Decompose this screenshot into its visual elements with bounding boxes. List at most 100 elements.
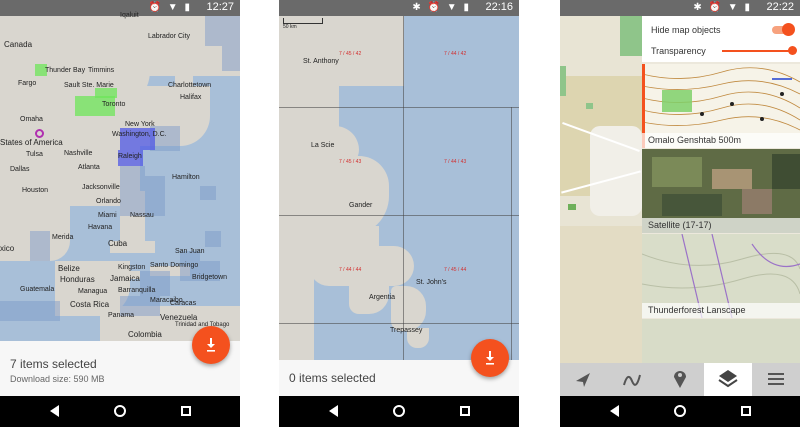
map-label: Orlando <box>96 198 121 205</box>
map-label: La Scie <box>311 142 335 149</box>
recents-icon <box>741 406 751 416</box>
transparency-slider[interactable] <box>722 50 792 52</box>
map-label: Raleigh <box>118 153 142 160</box>
layers-icon <box>718 370 738 388</box>
download-button[interactable] <box>192 326 230 364</box>
map-label: Toronto <box>102 101 126 108</box>
recents-button[interactable] <box>738 403 754 419</box>
home-button[interactable] <box>672 403 688 419</box>
map-label: Jacksonville <box>82 184 120 191</box>
layer-tile-landscape[interactable]: Thunderforest Lanscape <box>642 234 800 318</box>
status-bar: ✱ ⏰ ▼ ▮ 22:16 <box>279 0 519 16</box>
tile-label: 7 / 44 / 42 <box>444 51 467 57</box>
map-label: Dallas <box>10 166 30 173</box>
download-icon <box>207 338 215 352</box>
layer-caption: Satellite (17-17) <box>642 218 800 233</box>
map-label: States of America <box>0 138 63 147</box>
status-time: 22:16 <box>485 1 513 13</box>
map-label: Havana <box>88 224 113 231</box>
map-label: Nashville <box>64 150 93 157</box>
home-button[interactable] <box>112 403 128 419</box>
map-label: Argentia <box>369 294 396 301</box>
tile-grid-screen: ✱ ⏰ ▼ ▮ 22:16 50 km 7 / 45 / 42 7 / 44 /… <box>279 0 519 427</box>
toggle-knob <box>782 23 795 36</box>
layer-tile-more[interactable] <box>642 319 800 363</box>
map-label: xico <box>0 244 15 253</box>
offline-maps-screen: ⏰ ▼ ▮ 12:27 Canada Iqaluit Labrador City… <box>0 0 240 427</box>
recents-button[interactable] <box>178 403 194 419</box>
layer-options-panel: Hide map objects Transparency <box>642 16 800 62</box>
map-view[interactable]: Canada Iqaluit Labrador City Thunder Bay… <box>0 12 240 346</box>
tile-label: 7 / 45 / 44 <box>444 267 467 273</box>
transparency-slider-handle[interactable] <box>788 46 797 55</box>
map-label: Barranquilla <box>118 287 156 294</box>
layer-caption: Omalo Genshtab 500m <box>642 133 800 148</box>
map-label: Sault Ste. Marie <box>64 82 114 89</box>
map-label: Colombia <box>128 330 162 339</box>
route-button[interactable] <box>608 363 656 396</box>
bottom-toolbar <box>560 363 800 396</box>
transparency-label: Transparency <box>651 46 706 56</box>
layer-tile-topo[interactable]: Omalo Genshtab 500m <box>642 64 800 148</box>
layer-tile-satellite[interactable]: Satellite (17-17) <box>642 149 800 233</box>
map-label: Bridgetown <box>192 274 228 281</box>
recents-button[interactable] <box>457 403 473 419</box>
map-label: Merida <box>52 234 74 241</box>
menu-button[interactable] <box>752 363 800 396</box>
map-label: St. Anthony <box>303 58 339 65</box>
map-label: Fargo <box>18 80 37 87</box>
home-button[interactable] <box>391 403 407 419</box>
system-nav-bar <box>0 396 240 427</box>
map-label: Charlottetown <box>168 82 212 89</box>
map-label: New York <box>125 121 155 128</box>
back-button[interactable] <box>325 403 341 419</box>
status-icons: ✱ ⏰ ▼ ▮ <box>693 2 752 13</box>
scale-label: 50 km <box>283 24 297 30</box>
map-label: Omaha <box>20 116 43 123</box>
menu-icon <box>768 373 784 385</box>
back-button[interactable] <box>606 403 622 419</box>
map-label: Jamaica <box>110 274 140 283</box>
home-icon <box>393 405 405 417</box>
map-label: Atlanta <box>78 164 100 171</box>
download-icon <box>486 351 494 365</box>
layers-screen: ✱ ⏰ ▼ ▮ 22:22 Hide map objects Transpare… <box>560 0 800 427</box>
download-button[interactable] <box>471 339 509 377</box>
map-view[interactable]: 50 km 7 / 45 / 42 7 / 44 / 42 7 / 45 / 4… <box>279 16 519 360</box>
tile-label: 7 / 45 / 43 <box>339 159 362 165</box>
map-label: Houston <box>22 187 49 194</box>
navigation-button[interactable] <box>560 363 608 396</box>
map-label: Guatemala <box>20 286 55 293</box>
location-marker-icon <box>35 129 44 138</box>
map-label: St. John's <box>416 279 447 286</box>
status-icons: ✱ ⏰ ▼ ▮ <box>412 2 471 13</box>
system-nav-bar <box>279 396 519 427</box>
map-label: Washington, D.C. <box>112 131 167 138</box>
tile-label: 7 / 44 / 43 <box>444 159 467 165</box>
place-button[interactable] <box>656 363 704 396</box>
map-label: Canada <box>4 40 33 49</box>
map-label: Panama <box>108 312 135 319</box>
map-label: Nassau <box>130 212 154 219</box>
status-time: 22:22 <box>766 1 794 13</box>
map-label: Trepassey <box>390 327 423 334</box>
map-label: Santo Domingo <box>150 262 199 269</box>
map-label: Hamilton <box>172 174 200 181</box>
map-label: Labrador City <box>148 33 191 40</box>
route-icon <box>623 374 641 386</box>
status-bar: ✱ ⏰ ▼ ▮ 22:22 <box>560 0 800 16</box>
back-icon <box>328 405 338 417</box>
map-label: Halifax <box>180 94 202 101</box>
layer-caption: Thunderforest Lanscape <box>642 303 800 318</box>
map-label: Tulsa <box>26 151 43 158</box>
recents-icon <box>181 406 191 416</box>
status-icons: ⏰ ▼ ▮ <box>148 2 192 13</box>
map-label: Honduras <box>60 275 95 284</box>
status-time: 12:27 <box>206 1 234 13</box>
recents-icon <box>460 406 470 416</box>
navigation-arrow-icon <box>576 373 590 387</box>
layers-button[interactable] <box>704 363 752 396</box>
map-label: Timmins <box>88 67 115 74</box>
back-button[interactable] <box>46 403 62 419</box>
tile-label: 7 / 45 / 42 <box>339 51 362 57</box>
